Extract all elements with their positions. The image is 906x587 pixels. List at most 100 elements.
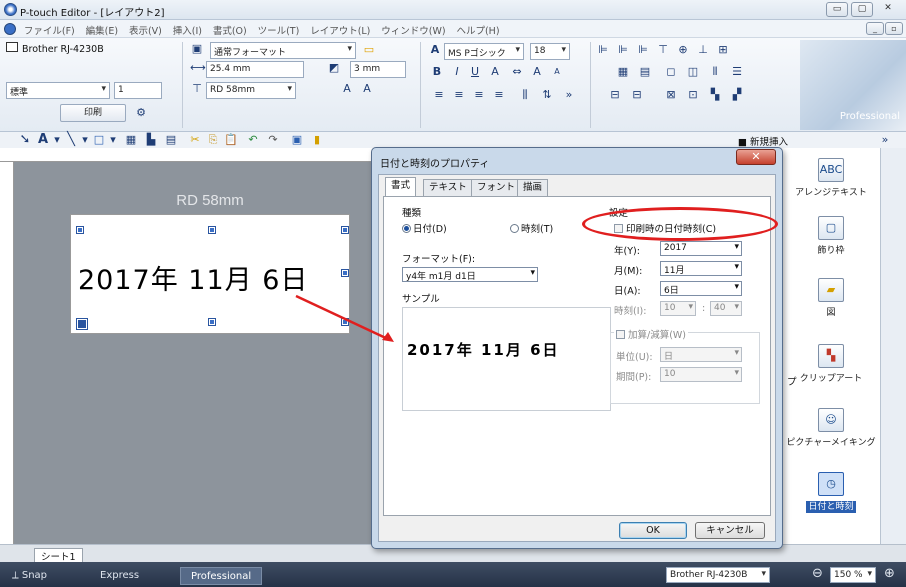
- align-left-icon[interactable]: ≡: [432, 88, 446, 102]
- media-select[interactable]: RD 58mm: [206, 82, 296, 99]
- menu-layout[interactable]: レイアウト(L): [307, 20, 373, 40]
- menu-window[interactable]: ウィンドウ(W): [378, 20, 448, 40]
- underline-icon[interactable]: U: [468, 65, 482, 79]
- print-button[interactable]: 印刷: [60, 104, 126, 122]
- dialog-close-button[interactable]: ✕: [736, 149, 776, 165]
- length-field[interactable]: 25.4 mm: [206, 61, 304, 78]
- tab-text[interactable]: テキスト: [423, 179, 473, 196]
- bold-icon[interactable]: B: [430, 65, 444, 79]
- paste-icon[interactable]: 📋: [224, 133, 238, 147]
- minute-field[interactable]: 40: [710, 301, 742, 316]
- zoom-select[interactable]: 150 %: [830, 567, 876, 583]
- align-right-icon[interactable]: ≡: [472, 88, 486, 102]
- menu-insert[interactable]: 挿入(I): [170, 20, 205, 40]
- back-icon[interactable]: ◫: [686, 65, 700, 79]
- align-top-icon[interactable]: ⊤: [656, 43, 670, 57]
- expand-panel-icon[interactable]: »: [878, 133, 892, 147]
- print-options-icon[interactable]: ⚙: [134, 106, 148, 120]
- group-icon[interactable]: ▦: [616, 65, 630, 79]
- maximize-button[interactable]: ▢: [851, 2, 873, 17]
- menu-help[interactable]: ヘルプ(H): [453, 20, 502, 40]
- year-select[interactable]: 2017: [660, 241, 742, 256]
- menu-edit[interactable]: 編集(E): [83, 20, 121, 40]
- hour-field[interactable]: 10: [660, 301, 696, 316]
- copies-stepper[interactable]: 1: [114, 82, 162, 99]
- vertical-text-icon[interactable]: A: [360, 82, 374, 96]
- text-tool-icon[interactable]: A: [36, 133, 50, 147]
- chart-icon[interactable]: ▙: [144, 133, 158, 147]
- minimize-button[interactable]: ▭: [826, 2, 848, 17]
- align-bottom-icon[interactable]: ⊥: [696, 43, 710, 57]
- layout-icon-2[interactable]: ⊟: [630, 88, 644, 102]
- align-center-icon[interactable]: ≡: [452, 88, 466, 102]
- front-icon[interactable]: ◻: [664, 65, 678, 79]
- zoom-out-icon[interactable]: ⊖: [812, 565, 823, 583]
- align-right-edge-icon[interactable]: ⊫: [636, 43, 650, 57]
- line-dropdown-icon[interactable]: ▾: [78, 133, 92, 147]
- doc-restore-button[interactable]: ▫: [885, 22, 903, 35]
- calc-checkbox[interactable]: 加算/減算(W): [614, 327, 689, 341]
- font-size-select[interactable]: 18: [530, 43, 570, 60]
- distribute-h-icon[interactable]: ⫴: [708, 65, 722, 79]
- professional-mode-tab[interactable]: Professional: [180, 567, 262, 585]
- express-mode-tab[interactable]: Express: [90, 567, 149, 585]
- distribute-v-icon[interactable]: ☰: [730, 65, 744, 79]
- doc-minimize-button[interactable]: _: [866, 22, 884, 35]
- layout-icon-3[interactable]: ⊠: [664, 88, 678, 102]
- month-select[interactable]: 11月: [660, 261, 742, 276]
- format-select[interactable]: y4年 m1月 d1日: [402, 267, 538, 282]
- picture-maker-item[interactable]: ☺ ピクチャーメイキング: [783, 408, 879, 448]
- menu-tools[interactable]: ツール(T): [255, 20, 303, 40]
- layout-icon-4[interactable]: ⊡: [686, 88, 700, 102]
- selection-handle[interactable]: [208, 226, 216, 234]
- auto-length-icon[interactable]: ◩: [327, 61, 341, 75]
- selection-handle[interactable]: [341, 269, 349, 277]
- align-left-edge-icon[interactable]: ⊫: [596, 43, 610, 57]
- close-button[interactable]: ✕: [877, 2, 899, 17]
- properties-icon[interactable]: ▣: [290, 133, 304, 147]
- ungroup-icon[interactable]: ▤: [638, 65, 652, 79]
- layout-icon-5[interactable]: ▚: [708, 88, 722, 102]
- vertical-align-icon[interactable]: ⫼: [518, 88, 532, 102]
- selection-handle[interactable]: [208, 318, 216, 326]
- clipart-item[interactable]: ▚ クリップアート: [783, 344, 879, 384]
- cut-icon[interactable]: ✂: [188, 133, 202, 147]
- printer-select[interactable]: Brother RJ-4230B: [666, 567, 770, 583]
- redo-icon[interactable]: ↷: [266, 133, 280, 147]
- new-insert-label[interactable]: ■ 新規挿入: [738, 134, 788, 148]
- distribute-icon[interactable]: ⊞: [716, 43, 730, 57]
- quality-select[interactable]: 標準: [6, 82, 110, 99]
- char-spacing-icon[interactable]: ⇔: [510, 65, 524, 79]
- radio-time[interactable]: 時刻(T): [510, 221, 553, 235]
- zoom-in-icon[interactable]: ⊕: [884, 565, 895, 583]
- day-select[interactable]: 6日: [660, 281, 742, 296]
- text-direction-icon[interactable]: ⇅: [540, 88, 554, 102]
- align-middle-icon[interactable]: ⊕: [676, 43, 690, 57]
- shrink-font-icon[interactable]: A: [550, 65, 564, 79]
- table-icon[interactable]: ▦: [124, 133, 138, 147]
- period-stepper[interactable]: 10: [660, 367, 742, 382]
- layout-icon-6[interactable]: ▞: [730, 88, 744, 102]
- margin-field[interactable]: 3 mm: [350, 61, 406, 78]
- snap-toggle[interactable]: ⟂ Snap: [2, 567, 57, 585]
- object-icon[interactable]: ▮: [310, 133, 324, 147]
- format-select[interactable]: 通常フォーマット: [210, 42, 356, 59]
- outline-icon[interactable]: A: [488, 65, 502, 79]
- justify-icon[interactable]: ≡: [492, 88, 506, 102]
- arrange-text-item[interactable]: ABC アレンジテキスト: [783, 158, 879, 198]
- clock-object-icon[interactable]: [76, 318, 88, 330]
- fill-icon[interactable]: ▭: [362, 43, 376, 57]
- layout-icon-1[interactable]: ⊟: [608, 88, 622, 102]
- unit-select[interactable]: 日: [660, 347, 742, 362]
- menu-file[interactable]: ファイル(F): [21, 20, 78, 40]
- database-icon[interactable]: ▤: [164, 133, 178, 147]
- date-time-item[interactable]: ◷ 日付と時刻: [783, 472, 879, 513]
- date-object-text[interactable]: 2017年 11月 6日: [78, 258, 308, 297]
- tab-format[interactable]: 書式: [385, 177, 417, 197]
- selection-handle[interactable]: [76, 226, 84, 234]
- text-dropdown-icon[interactable]: ▾: [50, 133, 64, 147]
- italic-icon[interactable]: I: [450, 65, 464, 79]
- frame-item[interactable]: ▢ 飾り枠: [783, 216, 879, 256]
- copy-icon[interactable]: ⎘: [206, 133, 220, 147]
- select-arrow-icon[interactable]: ➘: [18, 133, 32, 147]
